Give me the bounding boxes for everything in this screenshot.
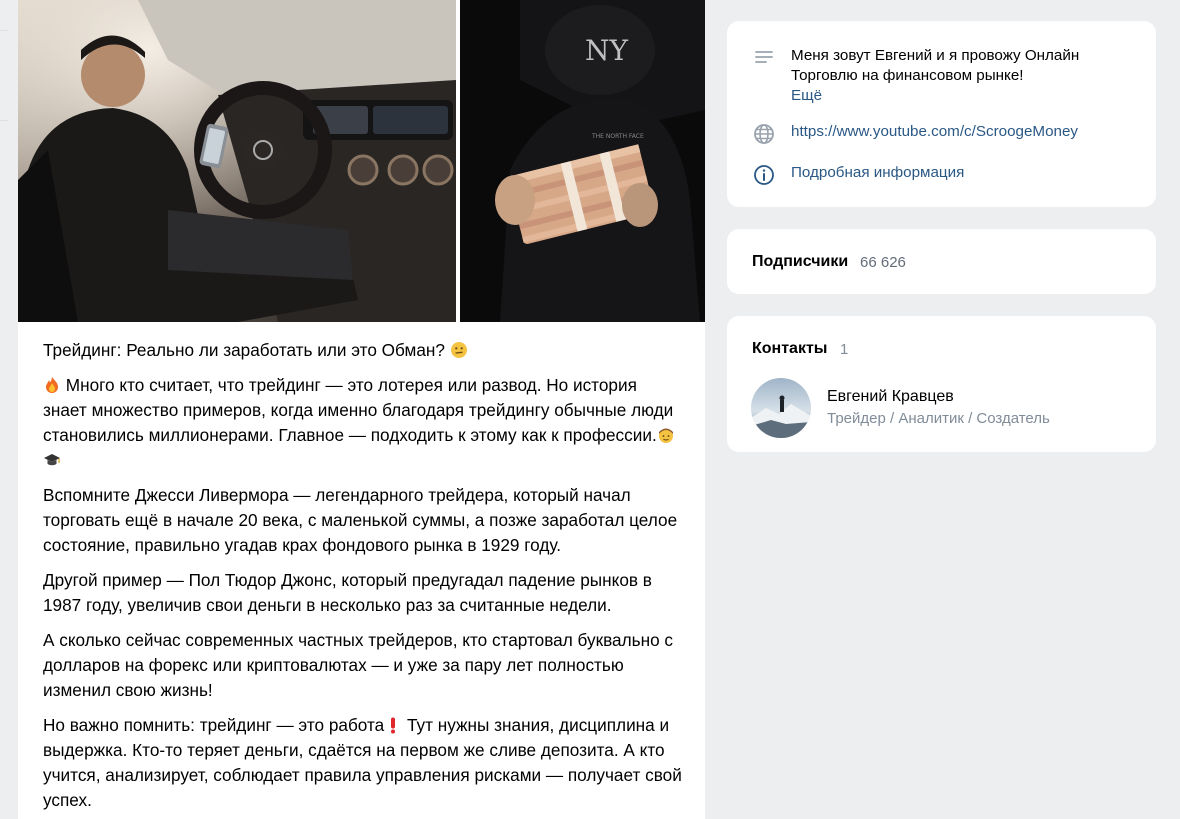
man-face-emoji (657, 426, 675, 444)
description-text: Меня зовут Евгений и я провожу Онлайн То… (791, 47, 1080, 84)
info-icon (752, 163, 776, 187)
post-photos: NY THE NORTH FACE (18, 0, 705, 322)
post-paragraph: Но важно помнить: трейдинг — это работа … (43, 715, 682, 810)
money-stack-photo[interactable]: NY THE NORTH FACE (460, 0, 705, 322)
contacts-card: Контакты 1 Евгений Кравцев Трейдер / Ана… (727, 316, 1156, 452)
left-edge (0, 0, 10, 819)
post-text: Трейдинг: Реально ли заработать или это … (43, 338, 683, 819)
community-info-card: Меня зовут Евгений и я провожу Онлайн То… (727, 21, 1156, 207)
car-interior-photo[interactable] (18, 0, 456, 322)
contact-item[interactable]: Евгений Кравцев Трейдер / Аналитик / Соз… (751, 378, 1050, 438)
description-row: Меня зовут Евгений и я провожу Онлайн То… (752, 46, 1136, 106)
post-title: Трейдинг: Реально ли заработать или это … (43, 338, 683, 363)
subscribers-count: 66 626 (860, 254, 906, 271)
contacts-count: 1 (840, 341, 849, 358)
svg-text:NY: NY (585, 34, 629, 67)
website-row: https://www.youtube.com/c/ScroogeMoney (752, 122, 1136, 146)
details-link[interactable]: Подробная информация (791, 163, 964, 183)
website-link[interactable]: https://www.youtube.com/c/ScroogeMoney (791, 122, 1078, 142)
subscribers-label: Подписчики (752, 253, 849, 270)
exclamation-emoji (384, 716, 402, 734)
fire-emoji (43, 376, 61, 394)
contacts-title[interactable]: Контакты (752, 340, 827, 358)
post-paragraph: Вспомните Джесси Ливермора — легендарног… (43, 485, 678, 555)
globe-icon (752, 122, 776, 146)
contact-name[interactable]: Евгений Кравцев (827, 386, 1050, 408)
wall-post: NY THE NORTH FACE Трейдинг: Реально ли з… (18, 0, 705, 819)
more-link[interactable]: Ещё (791, 86, 1136, 106)
post-paragraph: Много кто считает, что трейдинг — это ло… (43, 373, 683, 473)
post-paragraph: Другой пример — Пол Тюдор Джонс, который… (43, 570, 652, 615)
subscribers-card[interactable]: Подписчики 66 626 (727, 229, 1156, 294)
svg-text:THE NORTH FACE: THE NORTH FACE (591, 133, 644, 140)
avatar[interactable] (751, 378, 811, 438)
details-row[interactable]: Подробная информация (752, 163, 1136, 187)
text-lines-icon (752, 46, 776, 70)
graduation-cap-emoji (43, 451, 61, 469)
thinking-face-emoji (450, 341, 468, 359)
post-paragraph: А сколько сейчас современных частных тре… (43, 630, 673, 700)
contact-role: Трейдер / Аналитик / Создатель (827, 410, 1050, 427)
